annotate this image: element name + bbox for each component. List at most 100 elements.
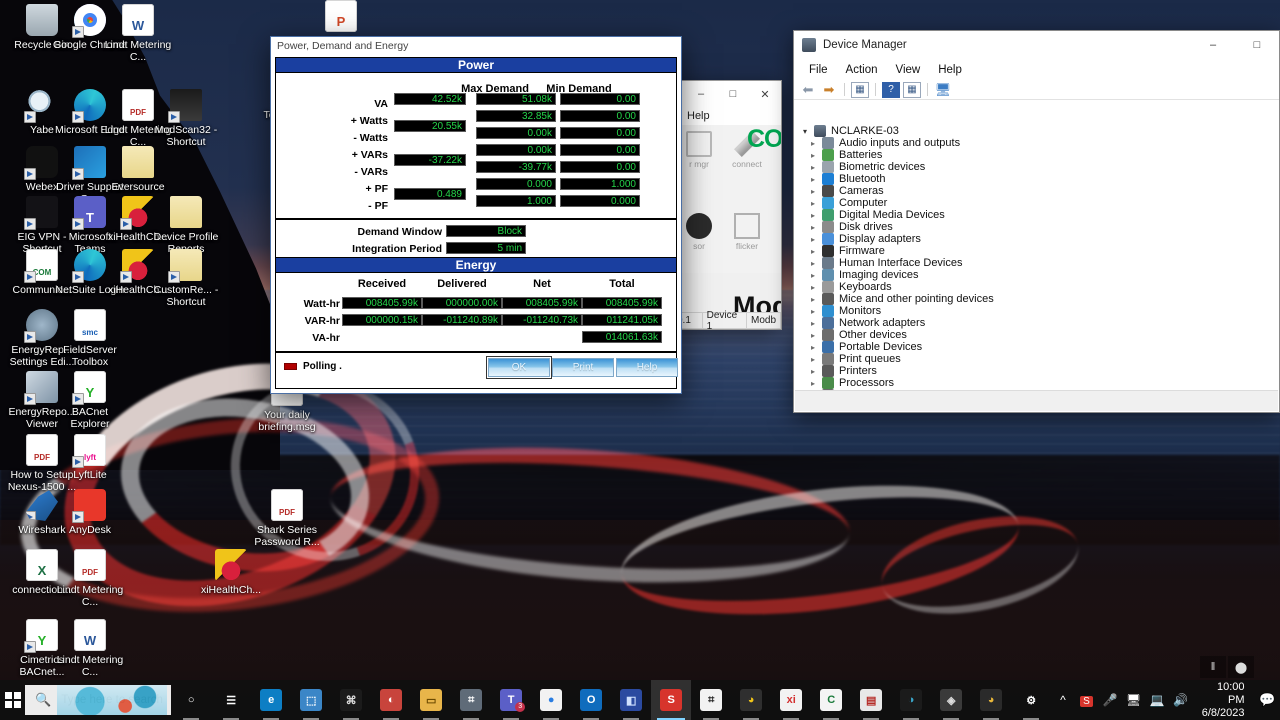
taskbar-item[interactable]: O: [571, 680, 611, 720]
bg-maximize-button[interactable]: □: [717, 88, 749, 100]
taskbar-item[interactable]: ▤: [851, 680, 891, 720]
taskbar-item[interactable]: S: [651, 680, 692, 720]
microphone-icon[interactable]: 🎤: [1098, 693, 1122, 707]
chevron-right-icon[interactable]: ▸: [811, 319, 822, 328]
desktop-icon[interactable]: Y BACnet Explorer: [52, 371, 128, 430]
background-app-ribbon-2[interactable]: sor flicker: [673, 207, 781, 273]
forward-arrow-icon[interactable]: ➡: [820, 82, 838, 98]
desktop-icon[interactable]: PDF Shark Series Password R...: [249, 489, 325, 548]
desktop-icon[interactable]: Eversource: [100, 146, 176, 194]
bg-close-button[interactable]: ✕: [749, 88, 781, 101]
chevron-right-icon[interactable]: ▸: [811, 331, 822, 340]
chevron-right-icon[interactable]: ▸: [811, 187, 822, 196]
taskbar-item[interactable]: xi: [771, 680, 811, 720]
pde-titlebar[interactable]: Power, Demand and Energy: [271, 37, 681, 55]
tree-node[interactable]: ▸ Imaging devices: [795, 269, 1278, 281]
ribbon-item-flicker[interactable]: flicker: [723, 213, 771, 273]
chevron-right-icon[interactable]: ▸: [811, 271, 822, 280]
volume-icon[interactable]: 🔊: [1169, 693, 1193, 707]
chevron-right-icon[interactable]: ▸: [811, 199, 822, 208]
chevron-right-icon[interactable]: ▸: [811, 283, 822, 292]
chevron-right-icon[interactable]: ▸: [811, 163, 822, 172]
background-app-window[interactable]: – □ ✕ Help r mgr connect sor flicker CO …: [672, 80, 782, 330]
chevron-right-icon[interactable]: ▸: [811, 151, 822, 160]
desktop-icon[interactable]: smc FieldServer Toolbox: [52, 309, 128, 368]
tree-node[interactable]: ▸ Network adapters: [795, 317, 1278, 329]
chevron-right-icon[interactable]: ▸: [811, 247, 822, 256]
chevron-right-icon[interactable]: ▸: [811, 235, 822, 244]
remote-tray-icon[interactable]: 🖥: [1122, 693, 1146, 707]
taskbar-clock[interactable]: 10:00 PM 6/8/2023: [1192, 681, 1254, 720]
device-manager-window[interactable]: Device Manager – □ File Action View Help…: [793, 30, 1280, 413]
wallpaper-media-controls[interactable]: ‖ ⬤: [1200, 656, 1254, 678]
tree-node[interactable]: ▸ Display adapters: [795, 233, 1278, 245]
taskbar-item[interactable]: ☰: [211, 680, 251, 720]
maximize-button[interactable]: □: [1235, 31, 1279, 60]
desktop-icon[interactable]: W Lindt Metering C...: [52, 619, 128, 678]
chevron-right-icon[interactable]: ▸: [811, 295, 822, 304]
stop-button[interactable]: ⬤: [1228, 656, 1254, 678]
chevron-up-icon[interactable]: ^: [1051, 693, 1075, 707]
tree-node[interactable]: ▸ Cameras: [795, 185, 1278, 197]
scan-hardware-icon[interactable]: 🖥: [934, 82, 952, 98]
taskbar-item[interactable]: C: [811, 680, 851, 720]
print-button[interactable]: Print: [552, 358, 614, 377]
background-app-menubar[interactable]: Help: [673, 107, 781, 125]
tree-node[interactable]: ▸ Batteries: [795, 149, 1278, 161]
tree-node[interactable]: ▸ Monitors: [795, 305, 1278, 317]
snagit-tray-icon[interactable]: S: [1075, 693, 1099, 707]
taskbar-item[interactable]: ◕: [971, 680, 1011, 720]
device-manager-tree[interactable]: ▾ NCLARKE-03 ▸ Audio inputs and outputs ▸ Bat…: [795, 122, 1278, 390]
background-app-titlebar[interactable]: – □ ✕: [673, 81, 781, 107]
menu-view[interactable]: View: [887, 64, 930, 76]
desktop-icon[interactable]: CustomRe... - Shortcut: [148, 249, 224, 308]
tree-node[interactable]: ▸ Processors: [795, 377, 1278, 389]
action-center-icon[interactable]: 💬: [1255, 692, 1280, 708]
tree-node[interactable]: ▸ Keyboards: [795, 281, 1278, 293]
taskbar-item[interactable]: ◈: [931, 680, 971, 720]
bg-menu-help[interactable]: Help: [687, 110, 710, 122]
start-button[interactable]: [0, 680, 25, 720]
tree-node[interactable]: ▸ Printers: [795, 365, 1278, 377]
device-manager-window-controls[interactable]: – □: [1191, 31, 1279, 60]
desktop-icon[interactable]: lyft LyftLite: [52, 434, 128, 482]
taskbar-item[interactable]: ◕: [731, 680, 771, 720]
tree-node[interactable]: ▸ Disk drives: [795, 221, 1278, 233]
chevron-right-icon[interactable]: ▸: [811, 379, 822, 388]
windows-taskbar[interactable]: 🔍 Type here to search ○ ☰ e ⬚ ⌘ ◐ ▭ ⌗ T3 ● O ◧ S ⌗ ◕ xi…: [0, 680, 1280, 720]
back-arrow-icon[interactable]: ⬅: [799, 82, 817, 98]
tree-root-node[interactable]: ▾ NCLARKE-03: [795, 125, 1278, 137]
network-icon[interactable]: 💻: [1145, 693, 1169, 707]
tree-node[interactable]: ▸ Portable Devices: [795, 341, 1278, 353]
tree-node[interactable]: ▸ Human Interface Devices: [795, 257, 1278, 269]
taskbar-item[interactable]: ◑: [891, 680, 931, 720]
taskbar-item[interactable]: ○: [171, 680, 211, 720]
taskbar-item[interactable]: ◐: [371, 680, 411, 720]
desktop-icon[interactable]: W Lindt Metering C...: [100, 4, 176, 63]
system-tray[interactable]: ^ S 🎤 🖥 💻 🔊 10:00 PM 6/8/2023 💬: [1051, 680, 1280, 720]
chevron-right-icon[interactable]: ▸: [811, 211, 822, 220]
tree-node[interactable]: ▸ Bluetooth: [795, 173, 1278, 185]
tree-node[interactable]: ▸ Biometric devices: [795, 161, 1278, 173]
tree-node[interactable]: ▸ Print queues: [795, 353, 1278, 365]
chevron-right-icon[interactable]: ▸: [811, 259, 822, 268]
taskbar-item[interactable]: ⌘: [331, 680, 371, 720]
taskbar-item[interactable]: ⌗: [451, 680, 491, 720]
taskbar-items[interactable]: ○ ☰ e ⬚ ⌘ ◐ ▭ ⌗ T 3 ● O ◧ S ⌗ ◕ xi C ▤ ◑ ◈ ◕ ⚙: [171, 680, 1051, 720]
chevron-right-icon[interactable]: ▸: [811, 367, 822, 376]
properties-icon[interactable]: ▦: [851, 81, 869, 98]
taskbar-item[interactable]: ▭: [411, 680, 451, 720]
device-manager-menubar[interactable]: File Action View Help: [794, 60, 1279, 80]
chevron-right-icon[interactable]: ▸: [811, 223, 822, 232]
tree-node[interactable]: ▸ Audio inputs and outputs: [795, 137, 1278, 149]
help-icon[interactable]: ?: [882, 81, 900, 98]
ribbon-item-sensor[interactable]: sor: [675, 213, 723, 273]
ribbon-item-mgr[interactable]: r mgr: [675, 131, 723, 207]
chevron-right-icon[interactable]: ▸: [811, 175, 822, 184]
device-manager-toolbar[interactable]: ⬅ ➡ ▦ ? ▦ 🖥: [794, 80, 1279, 100]
taskbar-item[interactable]: ●: [531, 680, 571, 720]
pause-button[interactable]: ‖: [1200, 656, 1226, 678]
desktop-icon[interactable]: Device Profile Reports: [148, 196, 224, 255]
device-manager-titlebar[interactable]: Device Manager – □: [794, 31, 1279, 60]
tree-node[interactable]: ▸ Firmware: [795, 245, 1278, 257]
